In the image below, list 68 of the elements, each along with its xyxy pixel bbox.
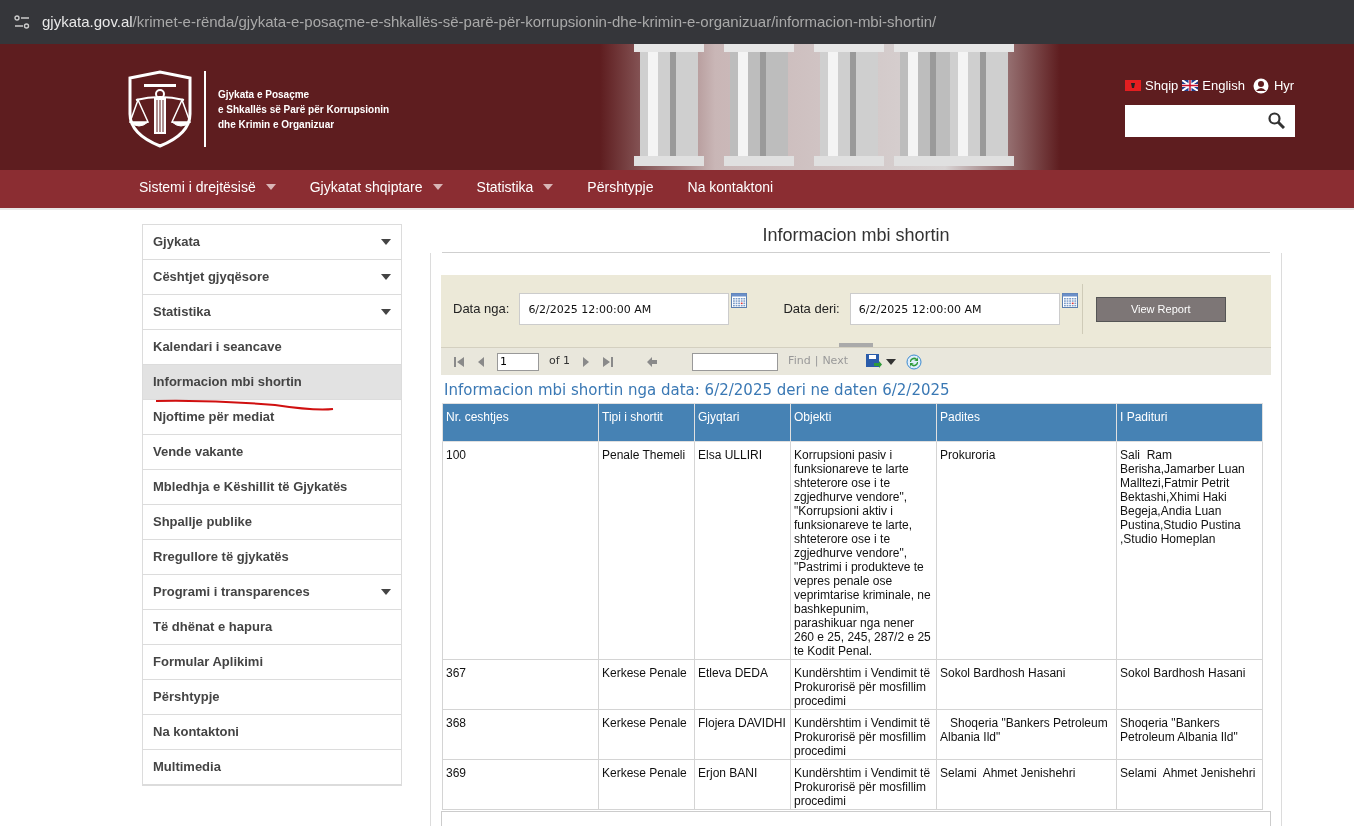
page-number-field[interactable]: 1 — [497, 352, 539, 371]
nav-item[interactable]: Statistika — [476, 176, 554, 198]
language-link[interactable]: Shqip — [1125, 76, 1179, 96]
table-cell: Sokol Bardhosh Hasani — [936, 659, 1117, 710]
report-heading: Informacion mbi shortin nga data: 6/2/2025 deri ne daten 6/2/2025 — [443, 380, 951, 401]
sidebar-item[interactable]: Informacion mbi shortin — [143, 365, 401, 400]
login-link[interactable]: Hyr — [1252, 76, 1295, 96]
table-cell: Selami Ahmet Jenishehri — [1116, 759, 1263, 810]
dropdown-caret-icon — [886, 358, 896, 365]
column-header: Tipi i shortit — [598, 403, 695, 442]
table-cell: Erjon BANI — [694, 759, 791, 810]
user-icon — [1252, 77, 1269, 94]
table-cell: Shoqeria "Bankers Petroleum Albania Ild" — [1116, 709, 1263, 760]
table-cell: Etleva DEDA — [694, 659, 791, 710]
parameter-label: Data nga: — [453, 300, 510, 319]
flag-icon[interactable] — [1182, 80, 1199, 92]
nav-item[interactable]: Përshtypje — [587, 176, 654, 198]
search-field[interactable] — [1125, 104, 1295, 137]
save-icon[interactable] — [866, 354, 882, 369]
parameter-label: Data deri: — [783, 300, 840, 319]
collapse-handle[interactable] — [839, 343, 873, 347]
table-cell: Sokol Bardhosh Hasani — [1116, 659, 1263, 710]
find-field[interactable] — [692, 352, 779, 371]
table-cell: Selami Ahmet Jenishehri — [936, 759, 1117, 810]
nav-item[interactable]: Gjykatat shqiptare — [309, 176, 443, 198]
first-page-icon[interactable] — [453, 355, 465, 368]
nav-item[interactable]: Sistemi i drejtësisë — [139, 176, 276, 198]
table-cell: Elsa ULLIRI — [694, 441, 791, 660]
page-title: Informacion mbi shortin — [761, 224, 951, 247]
column-header: Objekti — [790, 403, 937, 442]
table-cell: 369 — [442, 759, 599, 810]
table-cell: Sali Ram Berisha,Jamarber Luan Malltezi,Fatmir Petrit Bektashi,Xhimi Haki Begeja,Andia Luan Pustina,Studio Pustina ,Studio Homeplan — [1116, 441, 1263, 660]
last-page-icon[interactable] — [602, 355, 615, 368]
separator-text: | — [814, 353, 819, 370]
page-count-text: of 1 — [549, 353, 571, 370]
court-name-text: Gjykata e Posaçme — [218, 87, 311, 102]
back-arrow-icon[interactable] — [646, 355, 659, 368]
table-cell: Shoqeria "Bankers Petroleum Albania Ild" — [936, 709, 1117, 760]
table-cell: Flojera DAVIDHI — [694, 709, 791, 760]
column-header: I Padituri — [1116, 403, 1263, 442]
table-cell: Kerkese Penale — [598, 709, 695, 760]
language-link[interactable]: English — [1182, 76, 1245, 96]
table-cell: Kerkese Penale — [598, 659, 695, 710]
column-header: Gjyqtari — [694, 403, 791, 442]
calendar-icon[interactable] — [1061, 293, 1078, 308]
table-cell: Kundërshtim i Vendimit të Prokurorisë për mosfillim procedimi — [790, 759, 937, 810]
court-name-text: e Shkallës së Parë për Korrupsionin — [218, 102, 390, 117]
date-field[interactable]: 6/2/2025 12:00:00 AM — [849, 293, 1060, 325]
refresh-icon[interactable] — [906, 353, 922, 370]
court-name-text: dhe Krimin e Organizuar — [218, 117, 336, 132]
nav-item[interactable]: Na kontaktoni — [687, 176, 774, 198]
search-icon[interactable] — [1268, 112, 1285, 129]
table-cell: Kerkese Penale — [598, 759, 695, 810]
date-field[interactable]: 6/2/2025 12:00:00 AM — [519, 293, 730, 325]
table-cell: 100 — [442, 441, 599, 660]
table-cell: Kundërshtim i Vendimit të Prokurorisë për mosfillim procedimi — [790, 709, 937, 760]
table-cell: 367 — [442, 659, 599, 710]
column-header: Nr. ceshtjes — [442, 403, 599, 442]
column-header: Padites — [936, 403, 1117, 442]
url-text[interactable]: gjykata.gov.al/krimet-e-rënda/gjykata-e-posaçme-e-shkallës-së-parë-për-korrupsionin-dhe-krimin-e-organizuar/informacion-mbi-shortin/ — [42, 10, 937, 34]
table-cell: Kundërshtim i Vendimit të Prokurorisë për mosfillim procedimi — [790, 659, 937, 710]
table-cell: Prokuroria — [936, 441, 1117, 660]
table-cell: 368 — [442, 709, 599, 760]
view-report-button[interactable]: View Report — [1095, 296, 1226, 322]
site-settings-icon[interactable] — [14, 15, 30, 29]
calendar-icon[interactable] — [731, 293, 748, 308]
table-cell: Penale Themeli — [598, 441, 695, 660]
table-cell: Korrupsioni pasiv i funksionareve te larte shteterore ose i te zgjedhurve vendore", "Korrupsioni aktiv i funksionareve te larte, shteterore ose i te zgjedhurve vendore", "Pastrimi i produkteve te vepres penale ose veprimtarise kriminale, ne bashkepunim, parashikuar nga nener 260 e 25, 245, 287/2 e 25 te Kodit Penal. — [790, 441, 937, 660]
